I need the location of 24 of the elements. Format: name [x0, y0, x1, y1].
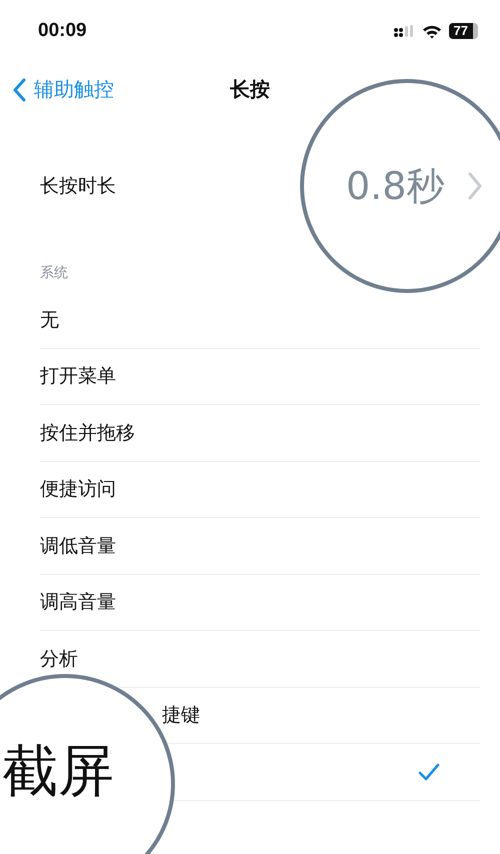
item-label: 分析: [40, 646, 78, 672]
list-item[interactable]: 按住并拖移: [40, 405, 480, 462]
wifi-icon: [422, 24, 442, 38]
signal-icon: [392, 24, 415, 38]
item-label: 捷键: [161, 703, 200, 728]
nav-title: 长按: [230, 76, 270, 102]
list-item[interactable]: 调高音量: [40, 574, 480, 631]
item-label: 无: [40, 308, 59, 333]
battery-icon: 77: [448, 23, 478, 39]
list-item[interactable]: 调低音量: [40, 518, 480, 574]
item-label: 便捷访问: [40, 477, 116, 502]
list-item[interactable]: 便捷访问: [40, 462, 480, 518]
item-label: 打开菜单: [40, 364, 116, 390]
chevron-icon: [468, 172, 482, 200]
item-label: 按住并拖移: [40, 420, 135, 446]
list-item[interactable]: 打开菜单: [40, 348, 480, 405]
duration-value: 0.8秒: [346, 162, 444, 210]
item-label: 调低音量: [40, 534, 116, 559]
section-header: 系统: [39, 264, 69, 283]
status-time: 00:09: [38, 20, 87, 42]
list-item[interactable]: 无: [40, 292, 480, 348]
duration-label: 长按时长: [40, 174, 116, 199]
item-label: 调高音量: [40, 590, 116, 616]
back-chevron-icon: [12, 78, 26, 102]
